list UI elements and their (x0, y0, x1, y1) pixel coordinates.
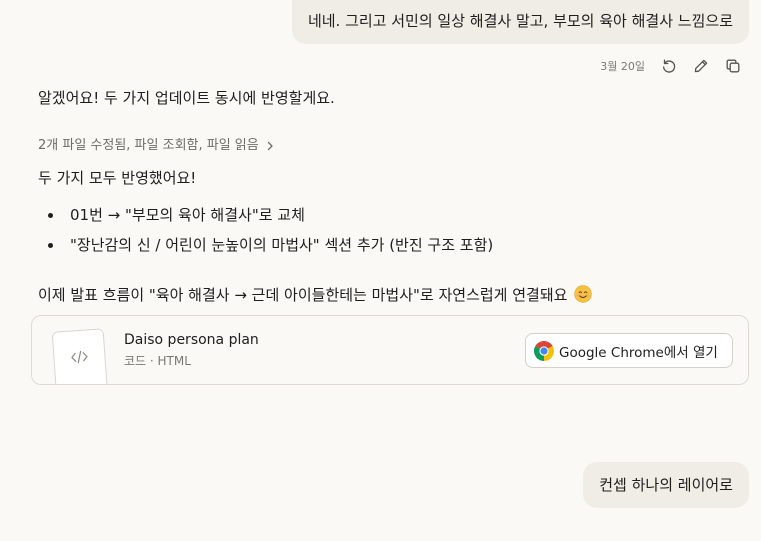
user-message-1: 네네. 그리고 서민의 일상 해결사 말고, 부모의 육아 해결사 느낌으로 (291, 0, 749, 44)
artifact-card[interactable]: Daiso persona plan 코드 · HTML Google Chro… (31, 315, 749, 385)
list-item-text: "장난감의 신 / 어린이 눈높이의 마법사" 섹션 추가 (반진 구조 포함) (70, 236, 494, 254)
message-actions: 3월 20일 (600, 56, 743, 76)
code-icon (71, 350, 88, 364)
tool-summary-toggle[interactable]: 2개 파일 수정됨, 파일 조회함, 파일 읽음 (38, 135, 275, 157)
assistant-intro: 알겠어요! 두 가지 업데이트 동시에 반영할게요. (38, 89, 335, 107)
smiling-face-emoji-icon (574, 285, 592, 303)
bullet-dot (48, 243, 53, 248)
bullet-dot (48, 213, 53, 218)
tool-summary-label: 2개 파일 수정됨, 파일 조회함, 파일 읽음 (38, 138, 259, 153)
user-message-1-text: 네네. 그리고 서민의 일상 해결사 말고, 부모의 육아 해결사 느낌으로 (307, 12, 733, 30)
assistant-done-text: 두 가지 모두 반영했어요! (38, 169, 197, 187)
retry-icon[interactable] (659, 56, 679, 76)
open-in-chrome-button[interactable]: Google Chrome에서 열기 (525, 333, 733, 368)
artifact-thumbnail (51, 328, 109, 384)
artifact-title: Daiso persona plan (124, 332, 259, 348)
artifact-subtitle: 코드 · HTML (124, 354, 191, 368)
user-message-2: 컨셉 하나의 레이어로 (583, 462, 749, 508)
user-message-2-text: 컨셉 하나의 레이어로 (599, 476, 733, 494)
chevron-right-icon (267, 141, 273, 151)
assistant-summary-text: 이제 발표 흐름이 "육아 해결사 → 근데 아이들한테는 마법사"로 자연스럽… (38, 286, 568, 304)
edit-icon[interactable] (691, 56, 711, 76)
change-list: 01번 → "부모의 육아 해결사"로 교체 "장난감의 신 / 어린이 눈높이… (38, 204, 493, 264)
list-item-text: 01번 → "부모의 육아 해결사"로 교체 (70, 206, 305, 224)
copy-icon[interactable] (723, 56, 743, 76)
chrome-icon (534, 340, 554, 361)
open-in-chrome-label: Google Chrome에서 열기 (559, 344, 718, 361)
message-date: 3월 20일 (600, 60, 645, 73)
list-item: "장난감의 신 / 어린이 눈높이의 마법사" 섹션 추가 (반진 구조 포함) (38, 234, 493, 264)
list-item: 01번 → "부모의 육아 해결사"로 교체 (38, 204, 493, 234)
assistant-summary: 이제 발표 흐름이 "육아 해결사 → 근데 아이들한테는 마법사"로 자연스럽… (38, 284, 592, 306)
